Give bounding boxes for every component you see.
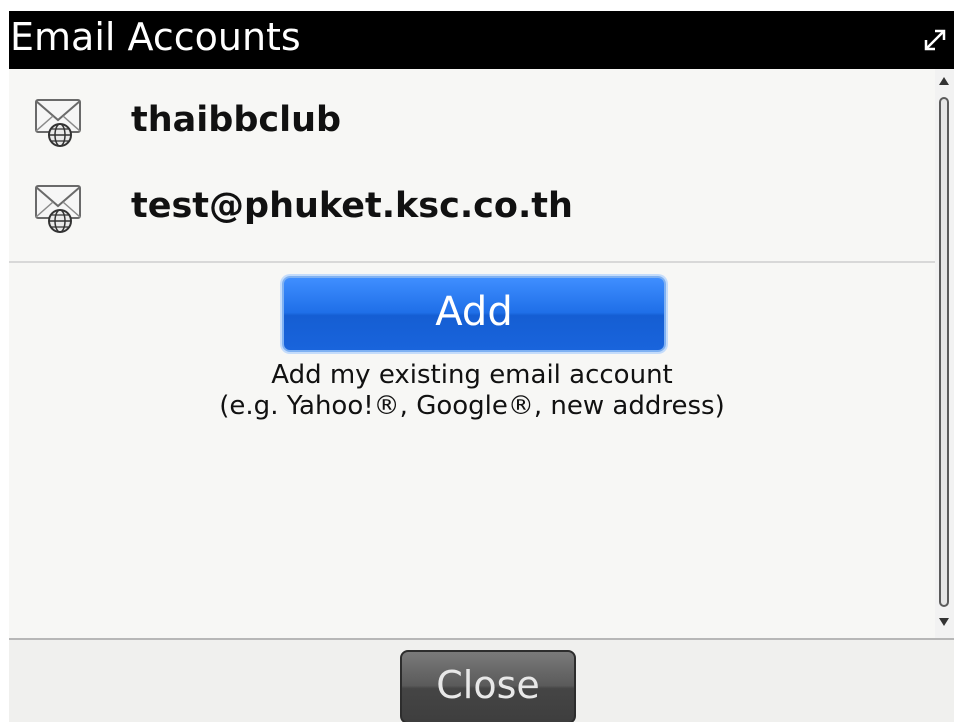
add-account-description: Add my existing email account (e.g. Yaho… bbox=[9, 360, 935, 422]
expand-arrows-icon[interactable] bbox=[922, 27, 948, 53]
scroll-up-arrow-icon[interactable] bbox=[939, 77, 949, 85]
screen-top-edge bbox=[0, 0, 954, 11]
add-account-button[interactable]: Add bbox=[282, 276, 666, 352]
mail-globe-icon bbox=[33, 96, 85, 148]
page-title: Email Accounts bbox=[10, 15, 301, 59]
account-row-test-phuket[interactable]: test@phuket.ksc.co.th bbox=[9, 160, 935, 252]
close-button[interactable]: Close bbox=[400, 650, 576, 722]
add-button-label: Add bbox=[435, 289, 513, 335]
title-bar: Email Accounts bbox=[9, 11, 954, 69]
vertical-scrollbar[interactable] bbox=[935, 69, 954, 639]
mail-globe-icon bbox=[33, 182, 85, 234]
add-description-line2: (e.g. Yahoo!®, Google®, new address) bbox=[219, 391, 725, 421]
account-name: thaibbclub bbox=[131, 100, 342, 140]
close-button-label: Close bbox=[436, 663, 540, 707]
account-name: test@phuket.ksc.co.th bbox=[131, 186, 573, 226]
screen-left-edge bbox=[0, 0, 9, 722]
account-row-thaibbclub[interactable]: thaibbclub bbox=[9, 74, 935, 166]
scroll-thumb[interactable] bbox=[939, 97, 949, 607]
footer-bar: Close bbox=[9, 640, 954, 722]
add-description-line1: Add my existing email account bbox=[271, 360, 673, 390]
accounts-list: thaibbclub test@phuket.ksc.co.th Add Add… bbox=[9, 69, 935, 639]
scroll-down-arrow-icon[interactable] bbox=[939, 618, 949, 626]
email-accounts-screen: Email Accounts thaibbclub test@phuket.ks… bbox=[0, 0, 954, 722]
list-divider bbox=[9, 261, 935, 263]
